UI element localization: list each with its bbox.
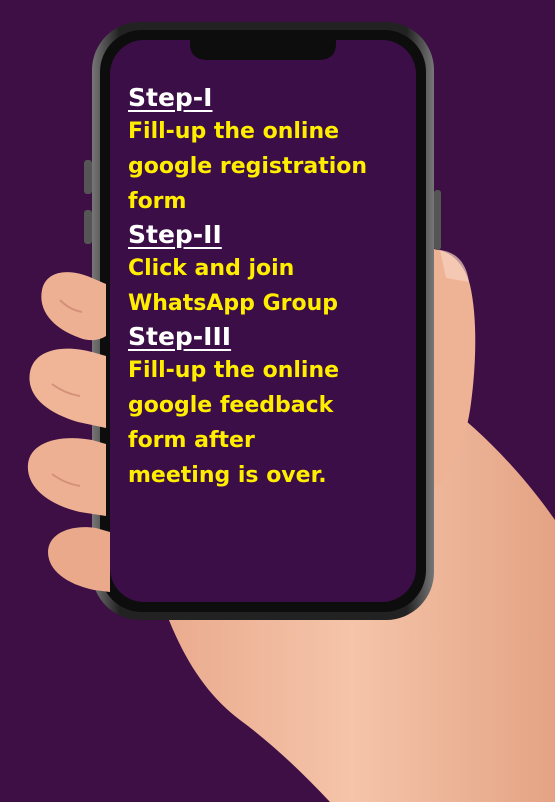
step-3-line-1: Fill-up the online — [128, 358, 340, 383]
step-3-line-3: form after — [128, 428, 255, 453]
step-3-line-2: google feedback — [128, 393, 334, 418]
step-3-heading: Step-III — [128, 322, 232, 351]
step-2-heading: Step-II — [128, 220, 222, 249]
step-1-line-3: form — [128, 189, 187, 214]
step-3: Step-III Fill-up the online google feedb… — [128, 321, 414, 493]
step-2-line-1: Click and join — [128, 256, 295, 281]
step-2: Step-II Click and join WhatsApp Group — [128, 219, 414, 321]
step-1-line-1: Fill-up the online — [128, 119, 340, 144]
step-3-line-4: meeting is over. — [128, 463, 327, 488]
step-2-line-2: WhatsApp Group — [128, 291, 338, 316]
phone-screen: Step-I Fill-up the online google registr… — [112, 42, 414, 602]
step-1-heading: Step-I — [128, 83, 213, 112]
step-1-line-2: google registration — [128, 154, 368, 179]
step-1: Step-I Fill-up the online google registr… — [128, 82, 414, 219]
